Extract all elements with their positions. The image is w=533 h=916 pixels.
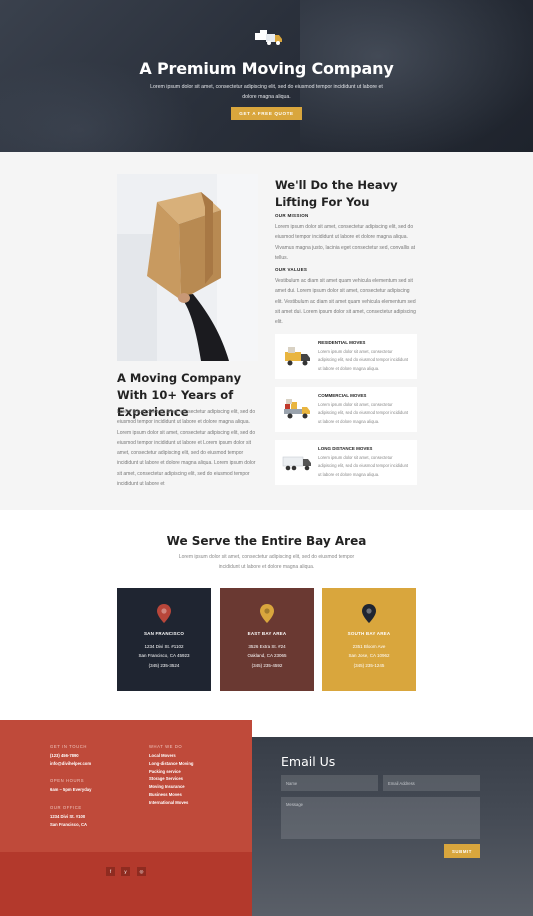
service-link[interactable]: International Moves: [149, 800, 188, 805]
hero-title: A Premium Moving Company: [139, 59, 394, 78]
office-label: OUR OFFICE: [50, 805, 82, 810]
map-pin-icon: [260, 604, 274, 623]
submit-button[interactable]: SUBMIT: [444, 844, 480, 858]
mission-text: Lorem ipsum dolor sit amet, consectetur …: [275, 224, 415, 261]
moving-truck-icon: [255, 30, 282, 45]
location-card-south-bay[interactable]: SOUTH BAY AREA 2351 Bloom Ave San Jose, C…: [322, 588, 416, 691]
hours-text: 6am – 5pm Everyday: [50, 787, 92, 792]
service-link[interactable]: Packing service: [149, 769, 181, 774]
email-input[interactable]: [383, 775, 480, 791]
what-we-do-label: WHAT WE DO: [149, 744, 183, 749]
hours-label: OPEN HOURS: [50, 778, 85, 783]
values-text: Vestibulum ac diam sit amet quam vehicul…: [275, 278, 416, 326]
service-card-commercial[interactable]: COMMERCIAL MOVES Lorem ipsum dolor sit a…: [275, 387, 417, 432]
service-text: Lorem ipsum dolor sit amet, consectetur …: [318, 349, 409, 371]
location-title: SAN FRANCISCO: [143, 631, 185, 636]
location-title: SOUTH BAY AREA: [347, 631, 391, 636]
twitter-icon[interactable]: y: [121, 867, 130, 876]
touch-label: GET IN TOUCH: [50, 744, 87, 749]
location-address: 2351 Bloom Ave San Jose, CA 10962: [348, 644, 390, 658]
email-us-heading: Email Us: [281, 754, 336, 769]
message-input[interactable]: [281, 797, 480, 839]
service-link[interactable]: Business Moves: [149, 792, 182, 797]
service-area-text: Lorem ipsum dolor sit amet, consectetur …: [178, 554, 355, 570]
service-link[interactable]: Storage Services: [149, 776, 183, 781]
map-pin-icon: [157, 604, 171, 623]
service-link[interactable]: Moving Insurance: [149, 784, 185, 789]
service-text: Lorem ipsum dolor sit amet, consectetur …: [318, 402, 409, 424]
footer-social-bar: [0, 852, 252, 916]
experience-text: Lorem ipsum dolor sit amet, consectetur …: [117, 409, 256, 488]
hero-section: A Premium Moving Company Lorem ipsum dol…: [0, 0, 533, 152]
heavy-lifting-heading: We'll Do the Heavy Lifting For You: [275, 178, 398, 209]
hero-text: Lorem ipsum dolor sit amet, consectetur …: [150, 84, 383, 100]
email-link[interactable]: info@divihelper.com: [50, 760, 91, 768]
service-link[interactable]: Long-distance Moving: [149, 761, 193, 766]
service-title: LONG DISTANCE MOVES: [318, 446, 373, 451]
location-card-east-bay[interactable]: EAST BAY AREA 3526 Extra St. #24 Oakland,…: [220, 588, 314, 691]
location-address: 1234 Divi St. #1102 San Francisco, CA 459…: [138, 644, 190, 658]
service-area-section: We Serve the Entire Bay Area Lorem ipsum…: [0, 510, 533, 720]
phone-link[interactable]: (123) 456-7890: [50, 752, 79, 760]
location-phone: (345) 235-4592: [251, 663, 283, 668]
map-pin-icon: [362, 604, 376, 623]
service-card-residential[interactable]: RESIDENTIAL MOVES Lorem ipsum dolor sit …: [275, 334, 417, 379]
location-title: EAST BAY AREA: [247, 631, 287, 636]
location-phone: (345) 235-3524: [148, 663, 180, 668]
service-title: COMMERCIAL MOVES: [318, 393, 367, 398]
office-address: 1234 Divi St. #100 San Francisco, CA: [50, 814, 88, 827]
service-title: RESIDENTIAL MOVES: [318, 340, 366, 345]
box-delivery-photo: [117, 174, 258, 361]
name-input[interactable]: [281, 775, 378, 791]
loaded-truck-icon: [284, 399, 310, 419]
about-section: A Moving Company With 10+ Years of Exper…: [0, 152, 533, 510]
semi-truck-icon: [282, 456, 311, 471]
moving-van-icon: [285, 347, 310, 366]
service-area-heading: We Serve the Entire Bay Area: [166, 534, 367, 548]
service-link[interactable]: Local Movers: [149, 753, 176, 758]
mission-label: OUR MISSION: [275, 213, 309, 218]
facebook-icon[interactable]: f: [106, 867, 115, 876]
location-address: 3526 Extra St. #24 Oakland, CA 23065: [247, 644, 287, 658]
values-label: OUR VALUES: [275, 267, 308, 272]
footer: GET IN TOUCH (123) 456-7890 info@divihel…: [0, 720, 533, 916]
service-card-long-distance[interactable]: LONG DISTANCE MOVES Lorem ipsum dolor si…: [275, 440, 417, 485]
free-quote-button[interactable]: GET A FREE QUOTE: [231, 107, 302, 120]
footer-info-panel: GET IN TOUCH (123) 456-7890 info@divihel…: [0, 720, 252, 852]
service-text: Lorem ipsum dolor sit amet, consectetur …: [318, 455, 409, 477]
location-card-san-francisco[interactable]: SAN FRANCISCO 1234 Divi St. #1102 San Fra…: [117, 588, 211, 691]
services-list: Local Movers Long-distance Moving Packin…: [149, 752, 193, 807]
footer-gap: [252, 720, 533, 737]
instagram-icon[interactable]: ◎: [137, 867, 146, 876]
location-phone: (345) 235-1245: [353, 663, 385, 668]
